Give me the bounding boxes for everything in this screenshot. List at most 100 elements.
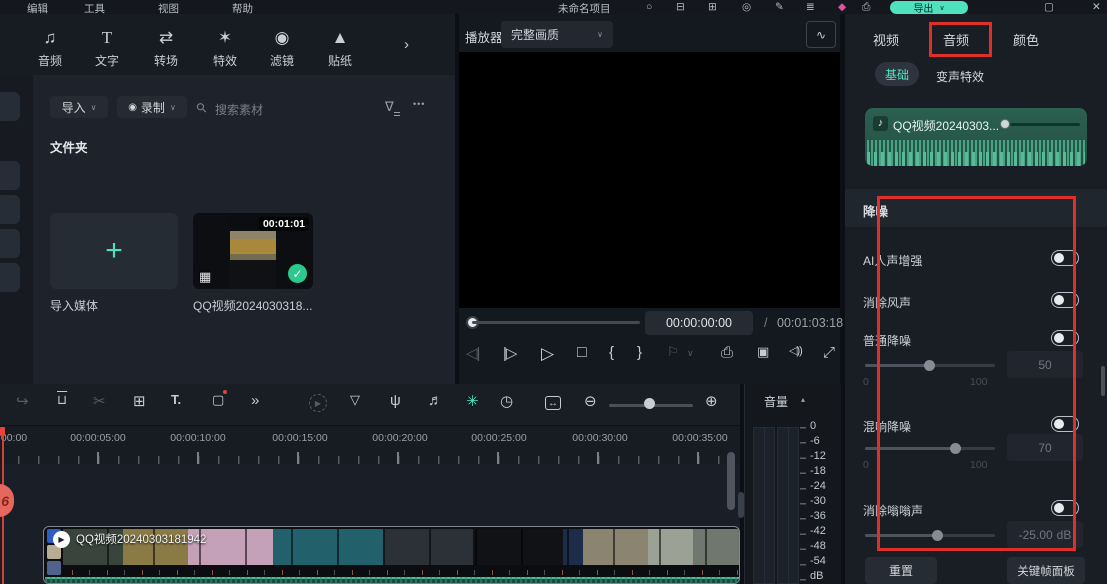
hum-removal-toggle[interactable]	[1051, 500, 1079, 516]
tab-video[interactable]: 视频	[873, 30, 899, 49]
search-input[interactable]: 搜索素材	[215, 101, 263, 118]
sidebar-item[interactable]	[0, 195, 20, 224]
mark-in-icon[interactable]: {	[609, 344, 613, 361]
split-icon[interactable]: ✂	[93, 392, 106, 410]
collapse-arrow-icon[interactable]: ▴	[801, 395, 805, 404]
playhead-handle[interactable]	[0, 427, 5, 436]
reverb-denoise-slider[interactable]	[865, 447, 995, 450]
meter-collapse-handle[interactable]	[738, 492, 744, 518]
media-item-card[interactable]: 00:01:01 ▦ ✓	[193, 213, 313, 289]
next-frame-icon[interactable]: |▷	[503, 344, 516, 362]
audio-clip-card[interactable]: ♪ QQ视频20240303...	[865, 108, 1087, 166]
export-chevron-icon[interactable]: ∨	[939, 4, 944, 12]
menu-view[interactable]: 视图	[158, 1, 179, 14]
wind-removal-toggle[interactable]	[1051, 292, 1079, 308]
render-preview-icon[interactable]: ▶	[309, 394, 327, 412]
tab-transition[interactable]: ⇄ 转场	[138, 28, 194, 69]
help-icon[interactable]: ○	[646, 1, 652, 13]
delete-icon[interactable]: ⊔	[57, 392, 67, 408]
crop-icon[interactable]: ⊞	[133, 392, 146, 410]
marker-chevron-icon[interactable]: ∨	[687, 348, 693, 359]
reverb-denoise-toggle[interactable]	[1051, 416, 1079, 432]
marker-icon[interactable]: ⚐	[667, 344, 678, 360]
menu-tools[interactable]: 工具	[84, 1, 105, 14]
sidebar-item[interactable]	[0, 263, 20, 292]
list-icon[interactable]: ≣	[806, 1, 815, 13]
play-icon[interactable]: ▷	[541, 344, 553, 364]
tab-audio[interactable]: 音频	[943, 30, 969, 49]
keyframe-panel-button[interactable]: 关键帧面板	[1007, 557, 1085, 584]
slider-handle[interactable]	[932, 530, 943, 541]
tab-text[interactable]: T 文字	[79, 28, 135, 69]
mask-icon[interactable]: ▢	[212, 392, 224, 408]
snapshot-icon[interactable]: ▣	[757, 344, 768, 360]
tab-stickers[interactable]: ▲ 贴纸	[312, 28, 368, 69]
reverb-denoise-value[interactable]: 70	[1007, 434, 1083, 461]
tab-audio[interactable]: ♫ 音频	[22, 28, 78, 69]
timeline-video-clip[interactable]: ▶ QQ视频20240303181942	[43, 526, 740, 584]
ai-voice-enhance-toggle[interactable]	[1051, 250, 1079, 266]
grid-icon[interactable]: ⊞	[708, 1, 717, 13]
denoise-icon[interactable]: ✳	[466, 392, 479, 410]
zoom-in-icon[interactable]: ⊕	[705, 392, 718, 410]
redo-icon[interactable]: ↪	[16, 392, 29, 410]
panel-scrollbar[interactable]	[1101, 366, 1105, 396]
store-icon[interactable]: ◆	[838, 1, 846, 13]
pen-icon[interactable]: ✎	[775, 1, 784, 13]
record-screen-icon[interactable]: ◎	[742, 1, 751, 13]
stop-icon[interactable]: □	[577, 344, 586, 362]
layout-icon[interactable]: ⊟	[676, 1, 685, 13]
export-button[interactable]: 导出 ∨	[890, 1, 968, 14]
tab-media-library[interactable]: ▤ 库	[0, 28, 14, 69]
print-icon[interactable]: ⎙	[862, 1, 870, 14]
subtab-voice-effects[interactable]: 变声特效	[936, 68, 984, 85]
sidebar-item[interactable]	[0, 229, 20, 258]
display-device-icon[interactable]: ⎙	[721, 344, 732, 361]
preview-screen[interactable]	[459, 52, 840, 308]
reset-button[interactable]: 重置	[865, 557, 937, 584]
auto-ripple-icon[interactable]: ↔	[545, 396, 561, 410]
marker-icon[interactable]: ▽	[350, 392, 360, 408]
subtab-basic[interactable]: 基础	[875, 62, 919, 86]
scopes-button[interactable]: ∿	[806, 21, 836, 48]
menu-help[interactable]: 帮助	[232, 1, 253, 14]
clip-volume-track[interactable]	[1010, 123, 1080, 126]
tab-color[interactable]: 颜色	[1013, 30, 1039, 49]
sidebar-item[interactable]	[0, 161, 20, 190]
import-media-card[interactable]: +	[50, 213, 178, 289]
time-ruler[interactable]: 00:00 00:00:05:00 00:00:10:00 00:00:15:0…	[0, 425, 740, 465]
add-text-icon[interactable]: T.	[171, 392, 181, 407]
record-button[interactable]: ◉ 录制 ∨	[117, 96, 187, 118]
clip-play-badge[interactable]: ▶	[53, 531, 70, 548]
maximize-icon[interactable]: ▢	[1044, 1, 1054, 13]
voiceover-icon[interactable]: ψ	[390, 392, 401, 409]
normal-denoise-slider[interactable]	[865, 364, 995, 367]
search-icon[interactable]: ⚲	[193, 99, 211, 117]
tab-filters[interactable]: ◉ 滤镜	[254, 28, 310, 69]
volume-icon[interactable]: ◁))	[789, 344, 802, 357]
normal-denoise-toggle[interactable]	[1051, 330, 1079, 346]
slider-handle[interactable]	[950, 443, 961, 454]
normal-denoise-value[interactable]: 50	[1007, 351, 1083, 378]
more-options-icon[interactable]: •••	[413, 99, 425, 109]
timeline-zoom-handle[interactable]	[644, 398, 655, 409]
mark-out-icon[interactable]: }	[637, 344, 641, 361]
more-tools-icon[interactable]: »	[251, 392, 259, 409]
seek-track[interactable]	[472, 321, 640, 324]
menu-edit[interactable]: 编辑	[27, 1, 48, 14]
slider-handle[interactable]	[924, 360, 935, 371]
audio-mixer-icon[interactable]: ♬	[428, 392, 443, 409]
speed-icon[interactable]: ◷	[500, 392, 513, 410]
close-icon[interactable]: ✕	[1092, 1, 1101, 13]
zoom-out-icon[interactable]: ⊖	[584, 392, 597, 410]
sidebar-item[interactable]	[0, 92, 20, 121]
tabs-more-icon[interactable]: ›	[404, 36, 409, 53]
hum-removal-slider[interactable]	[865, 534, 995, 537]
filter-icon[interactable]: ∇	[385, 99, 394, 115]
clip-volume-handle[interactable]	[1000, 119, 1010, 129]
tab-effects[interactable]: ✶ 特效	[197, 28, 253, 69]
previous-frame-icon[interactable]: ◁|	[466, 344, 479, 362]
fullscreen-icon[interactable]: ⤢	[823, 344, 834, 361]
quality-dropdown[interactable]: 完整画质 ∨	[501, 21, 613, 48]
hum-removal-value[interactable]: -25.00 dB	[1007, 521, 1083, 548]
